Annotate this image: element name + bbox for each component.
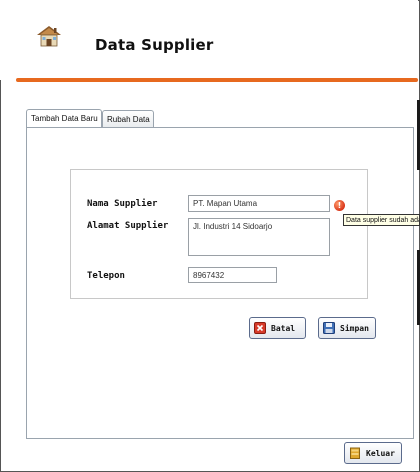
header: Data Supplier [0, 0, 418, 82]
save-icon [323, 322, 335, 334]
simpan-label: Simpan [340, 323, 369, 333]
batal-label: Batal [271, 323, 296, 333]
keluar-button[interactable]: Keluar [344, 442, 402, 464]
house-icon [34, 24, 64, 48]
cancel-icon [254, 322, 266, 334]
tab-rubah-data[interactable]: Rubah Data [102, 110, 154, 127]
telepon-label: Telepon [87, 271, 125, 281]
alamat-supplier-textarea[interactable]: Jl. Industri 14 Sidoarjo [188, 218, 330, 256]
nama-supplier-label: Nama Supplier [87, 199, 158, 209]
keluar-label: Keluar [366, 448, 395, 458]
header-divider [16, 78, 418, 82]
simpan-button[interactable]: Simpan [318, 317, 376, 339]
batal-button[interactable]: Batal [249, 317, 306, 339]
nama-supplier-input[interactable]: PT. Mapan Utama [188, 195, 330, 212]
tab-label: Tambah Data Baru [31, 114, 98, 123]
telepon-input[interactable]: 8967432 [188, 267, 277, 283]
exit-icon [349, 447, 361, 459]
page-title: Data Supplier [95, 36, 214, 54]
validation-tooltip: Data supplier sudah ada [343, 214, 420, 226]
error-icon: ! [334, 200, 345, 211]
alamat-supplier-label: Alamat Supplier [87, 221, 169, 231]
tab-tambah-data-baru[interactable]: Tambah Data Baru [26, 109, 102, 128]
tab-label: Rubah Data [107, 115, 150, 124]
